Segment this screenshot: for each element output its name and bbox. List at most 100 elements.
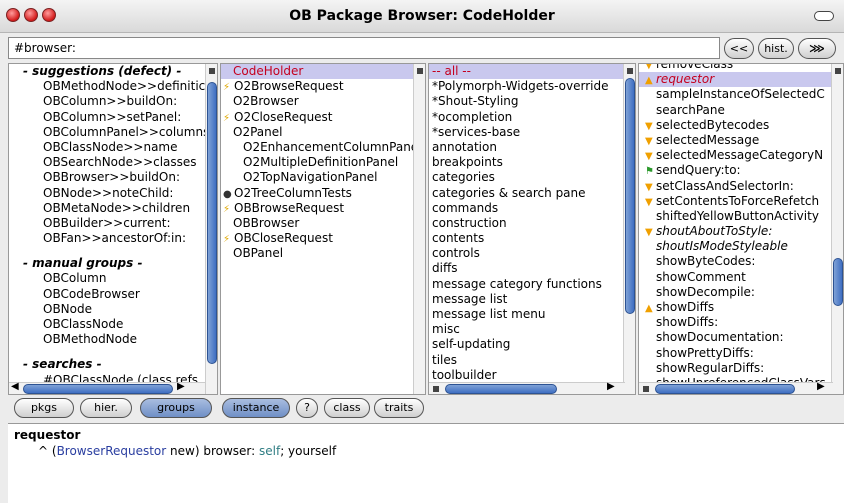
list-item[interactable]: OBColumn>>setPanel: <box>9 110 205 125</box>
list-item[interactable]: OBBuilder>>current: <box>9 216 205 231</box>
scroll-thumb[interactable] <box>23 384 173 394</box>
back-button[interactable]: << <box>724 38 754 59</box>
list-item[interactable]: commands <box>429 201 623 216</box>
list-item[interactable]: OBBrowser>>buildOn: <box>9 170 205 185</box>
scroll-menu-icon[interactable] <box>433 386 439 392</box>
list-item[interactable]: *Shout-Styling <box>429 94 623 109</box>
list-item[interactable]: *services-base <box>429 125 623 140</box>
list-item[interactable]: shiftedYellowButtonActivity <box>639 209 831 224</box>
list-item[interactable]: -- all -- <box>429 64 623 80</box>
list-item[interactable]: showDocumentation: <box>639 330 831 345</box>
list-item[interactable]: ⚑ sendQuery:to: <box>639 163 831 178</box>
hierarchy-button[interactable]: hier. <box>80 398 132 418</box>
history-button[interactable]: hist. <box>758 38 794 59</box>
scroll-right-icon[interactable]: ▶ <box>817 381 825 392</box>
list-item[interactable]: - suggestions (defect) - <box>9 64 205 79</box>
forward-button[interactable]: ⋙ <box>798 38 836 59</box>
list-item[interactable]: ▼ removeClass <box>639 64 831 72</box>
categories-vertical-scrollbar[interactable] <box>623 64 635 394</box>
list-item[interactable]: OBFan>>ancestorOf:in: <box>9 231 205 246</box>
categories-pane[interactable]: -- all -- *Polymorph-Widgets-override *Sho… <box>428 63 636 395</box>
code-editor[interactable]: requestor ^ (BrowserRequestor new) brows… <box>8 423 844 503</box>
list-item[interactable]: OBCodeBrowser <box>9 287 205 302</box>
list-item[interactable]: categories & search pane <box>429 186 623 201</box>
classes-pane[interactable]: CodeHolder ⚡ O2BrowseRequest O2Browser ⚡ O2Cl… <box>220 63 426 395</box>
list-item[interactable]: ⚡ OBBrowseRequest <box>221 201 413 216</box>
list-item[interactable]: OBNode <box>9 302 205 317</box>
classes-vertical-scrollbar[interactable] <box>413 64 425 394</box>
scroll-thumb[interactable] <box>207 82 217 364</box>
list-item[interactable]: OBColumn>>buildOn: <box>9 94 205 109</box>
list-item[interactable]: OBClassNode <box>9 317 205 332</box>
list-item[interactable]: OBMetaNode>>children <box>9 201 205 216</box>
scroll-right-icon[interactable]: ▶ <box>177 381 185 392</box>
scroll-thumb[interactable] <box>833 258 843 306</box>
scroll-thumb[interactable] <box>445 384 557 394</box>
list-item[interactable]: categories <box>429 170 623 185</box>
list-item[interactable]: message list menu <box>429 307 623 322</box>
list-item[interactable]: OBPanel <box>221 246 413 261</box>
list-item[interactable]: O2MultipleDefinitionPanel <box>221 155 413 170</box>
list-item[interactable]: construction <box>429 216 623 231</box>
list-item[interactable]: OBMethodNode <box>9 332 205 347</box>
list-item[interactable]: OBBrowser <box>221 216 413 231</box>
list-item[interactable]: ▼ selectedMessageCategoryN <box>639 148 831 163</box>
list-item[interactable]: self-updating <box>429 337 623 352</box>
list-item[interactable]: shoutIsModeStyleable <box>639 239 831 254</box>
list-item[interactable]: breakpoints <box>429 155 623 170</box>
scroll-thumb[interactable] <box>625 78 635 314</box>
scroll-menu-icon[interactable] <box>835 68 841 74</box>
list-item[interactable]: diffs <box>429 261 623 276</box>
list-item[interactable]: annotation <box>429 140 623 155</box>
list-item[interactable]: ▲ showDiffs <box>639 300 831 315</box>
class-button[interactable]: class <box>324 398 370 418</box>
list-item[interactable]: showByteCodes: <box>639 254 831 269</box>
address-field[interactable]: #browser: <box>8 37 720 59</box>
list-item[interactable]: O2EnhancementColumnPanel <box>221 140 413 155</box>
scroll-menu-icon[interactable] <box>417 68 423 74</box>
instance-button[interactable]: instance <box>222 398 290 418</box>
list-item[interactable]: OBClassNode>>name <box>9 140 205 155</box>
list-item[interactable]: CodeHolder <box>221 64 413 80</box>
list-item[interactable]: O2TopNavigationPanel <box>221 170 413 185</box>
list-item[interactable]: toolbuilder <box>429 368 623 383</box>
list-item[interactable]: ⚡ O2BrowseRequest <box>221 79 413 94</box>
list-item[interactable]: ⚡ OBCloseRequest <box>221 231 413 246</box>
help-button[interactable]: ? <box>296 398 318 418</box>
messages-pane[interactable]: ▼ removeClass ▲ requestor sampleInstanceOfSe… <box>638 63 844 395</box>
list-item[interactable]: OBColumn <box>9 271 205 286</box>
list-item[interactable]: message list <box>429 292 623 307</box>
list-item[interactable]: ▼ selectedMessage <box>639 133 831 148</box>
groups-button[interactable]: groups <box>140 398 212 418</box>
list-item[interactable]: - manual groups - <box>9 256 205 271</box>
groups-pane[interactable]: - suggestions (defect) - OBMethodNode>>de… <box>8 63 218 395</box>
groups-vertical-scrollbar[interactable] <box>205 64 217 394</box>
scroll-menu-icon[interactable] <box>643 386 649 392</box>
list-item[interactable]: ▼ selectedBytecodes <box>639 118 831 133</box>
list-item[interactable]: showRegularDiffs: <box>639 361 831 376</box>
list-item[interactable]: showPrettyDiffs: <box>639 346 831 361</box>
list-item[interactable]: misc <box>429 322 623 337</box>
scroll-right-icon[interactable]: ▶ <box>607 381 615 392</box>
list-item[interactable]: OBSearchNode>>classes <box>9 155 205 170</box>
list-item[interactable]: ▼ setClassAndSelectorIn: <box>639 179 831 194</box>
list-item[interactable]: ▲ requestor <box>639 72 831 88</box>
list-item[interactable]: ● O2TreeColumnTests <box>221 186 413 201</box>
list-item[interactable]: showComment <box>639 270 831 285</box>
list-item[interactable]: *Polymorph-Widgets-override <box>429 79 623 94</box>
list-item[interactable]: message category functions <box>429 277 623 292</box>
list-item[interactable]: showDecompile: <box>639 285 831 300</box>
list-item[interactable]: - searches - <box>9 357 205 372</box>
categories-horizontal-scrollbar[interactable]: ▶ <box>429 381 625 394</box>
list-item[interactable]: showDiffs: <box>639 315 831 330</box>
list-item[interactable]: OBColumnPanel>>columns <box>9 125 205 140</box>
scroll-thumb[interactable] <box>655 384 795 394</box>
list-item[interactable]: controls <box>429 246 623 261</box>
list-item[interactable]: tiles <box>429 353 623 368</box>
list-item[interactable]: OBMethodNode>>definitic <box>9 79 205 94</box>
list-item[interactable]: sampleInstanceOfSelectedC <box>639 87 831 102</box>
scroll-menu-icon[interactable] <box>627 68 633 74</box>
list-item[interactable]: O2Panel <box>221 125 413 140</box>
list-item[interactable]: O2Browser <box>221 94 413 109</box>
list-item[interactable]: *ocompletion <box>429 110 623 125</box>
